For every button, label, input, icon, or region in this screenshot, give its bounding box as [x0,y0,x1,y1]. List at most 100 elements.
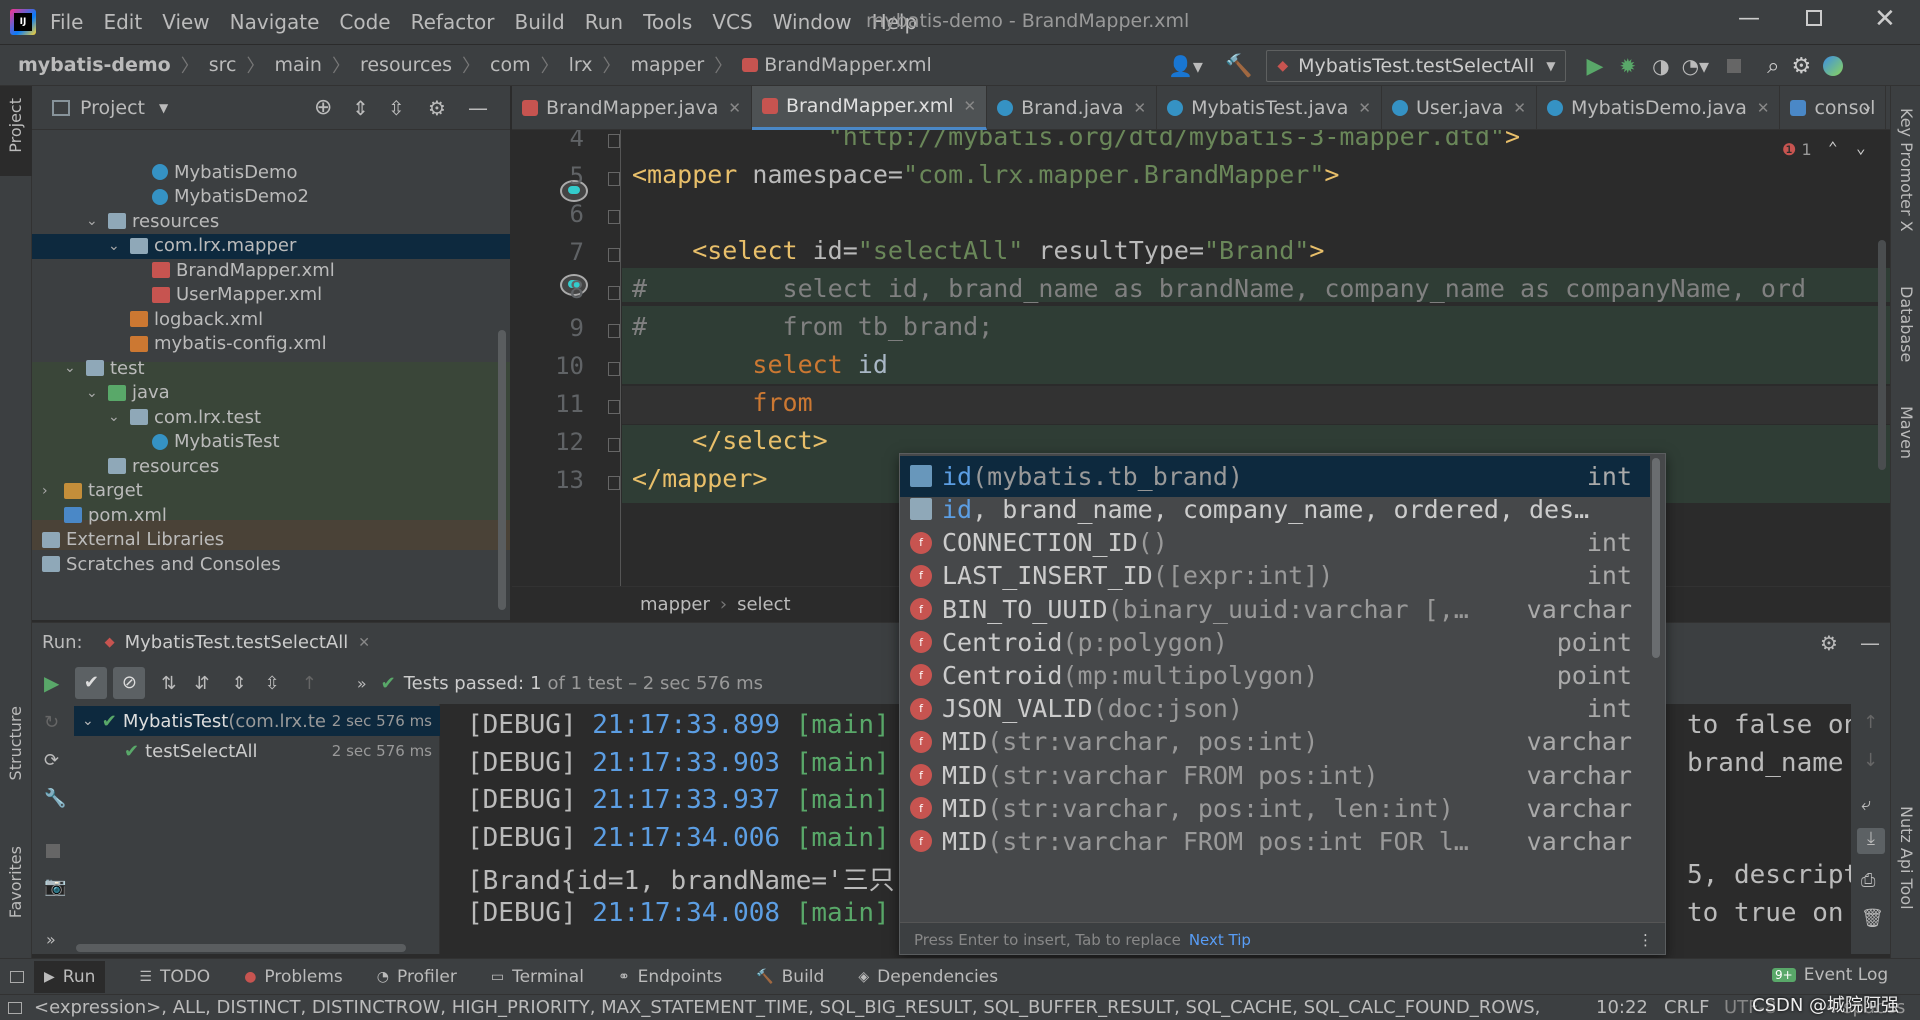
run-config-select[interactable]: ◆ MybatisTest.testSelectAll ▼ [1266,50,1567,82]
crumb-mapper[interactable]: mapper [640,594,710,615]
tree-hscrollbar[interactable] [76,944,406,952]
line-separator[interactable]: CRLF [1664,997,1709,1018]
popup-scrollbar[interactable] [1652,458,1660,658]
settings-gear-icon[interactable]: ⚙ [1791,54,1811,79]
fold-marker[interactable] [608,286,620,300]
test-suite-row[interactable]: ⌄ ✔ MybatisTest (com.lrx.te 2 sec 576 ms [74,706,440,736]
scroll-up-icon[interactable]: ↑ [1863,712,1878,733]
completion-item[interactable]: f MID (str:varchar FROM pos:int FOR l… varc… [900,821,1650,862]
breadcrumb-item[interactable]: main [274,54,321,76]
bottom-tab-problems[interactable]: ● Problems [244,967,343,987]
chevron-down-icon[interactable]: ⌄ [64,360,86,376]
settings-gear-icon[interactable]: ⚙ [428,96,446,120]
tree-item[interactable]: mybatis-config.xml [130,329,327,359]
wrench-icon[interactable]: 🔧 [44,788,66,809]
fold-marker[interactable] [608,438,620,452]
toggle-auto-test-icon[interactable]: ⟳ [44,750,59,771]
sort-alpha-icon[interactable]: ⇅ [161,673,176,694]
caret-position[interactable]: 10:22 [1596,997,1648,1018]
close-icon[interactable]: ✕ [1757,99,1770,117]
next-tip-link[interactable]: Next Tip [1189,931,1251,949]
locate-icon[interactable]: ⊕ [314,95,332,120]
chevron-down-icon[interactable]: ⌄ [82,713,94,729]
fold-marker[interactable] [608,248,620,262]
user-icon[interactable]: 👤▾ [1168,54,1203,78]
chevron-down-icon[interactable]: ⌄ [86,213,108,229]
key-promoter-tool-tab[interactable]: Key Promoter X [1897,108,1916,232]
menu-code[interactable]: Code [339,10,390,34]
error-indicator[interactable]: ❶ 1 [1782,140,1812,159]
run-tab[interactable]: MybatisTest.testSelectAll [125,632,349,653]
editor-tab[interactable]: BrandMapper.java ✕ [512,85,752,130]
panel-toggle-icon[interactable] [10,970,24,983]
bottom-tab-build[interactable]: 🔨 Build [756,967,824,987]
fold-marker[interactable] [608,476,620,490]
menu-navigate[interactable]: Navigate [230,10,320,34]
run-icon[interactable]: ▶ [1586,54,1603,79]
project-view-select[interactable]: Project [80,97,145,119]
show-passed-toggle[interactable]: ✔ [75,667,108,699]
tabs-overflow-icon[interactable]: ⌄ [1860,96,1873,115]
menu-window[interactable]: Window [773,10,852,34]
editor-tab[interactable]: User.java ✕ [1382,85,1537,130]
coverage-icon[interactable]: ◑ [1652,54,1669,78]
next-error-icon[interactable]: ⌄ [1856,138,1866,157]
restore-button[interactable] [1806,10,1822,26]
more-icon[interactable]: » [46,930,56,949]
tree-scrollbar[interactable] [498,330,506,610]
minimize-button[interactable]: — [1738,6,1760,31]
sort-duration-icon[interactable]: ⇵ [194,673,209,694]
bottom-tab-terminal[interactable]: ▭ Terminal [491,967,584,987]
collapse-all-icon[interactable]: ⇳ [388,96,405,120]
close-icon[interactable]: ✕ [964,97,977,115]
menu-file[interactable]: File [50,10,83,34]
test-case-row[interactable]: ✔ testSelectAll 2 sec 576 ms [74,736,440,766]
fold-marker[interactable] [608,400,620,414]
camera-icon[interactable]: 📷 [44,876,66,897]
editor-tab[interactable]: MybatisDemo.java ✕ [1537,85,1781,130]
fold-marker[interactable] [608,134,620,148]
scroll-down-icon[interactable]: ↓ [1863,750,1878,771]
editor-scrollbar[interactable] [1878,240,1886,470]
plugin-icon[interactable] [1823,56,1844,76]
chevron-down-icon[interactable]: ▼ [159,101,168,115]
fold-marker[interactable] [608,210,620,224]
status-panel-icon[interactable] [8,1001,22,1014]
bottom-tab-todo[interactable]: ☰ TODO [139,967,210,987]
expand-all-icon[interactable]: ⇕ [232,673,247,694]
rerun-icon[interactable]: ▶ [44,671,59,695]
stop-icon[interactable] [1727,59,1742,73]
close-window-button[interactable]: ✕ [1874,4,1896,34]
fold-marker[interactable] [608,324,620,338]
rerun-failed-icon[interactable]: ↻ [44,712,59,733]
project-tool-tab[interactable]: Project [6,98,25,153]
menu-build[interactable]: Build [515,10,565,34]
close-icon[interactable]: ✕ [1358,99,1371,117]
debug-icon[interactable]: ✹ [1619,54,1636,78]
close-icon[interactable]: ✕ [358,635,370,651]
nutz-api-tool-tab[interactable]: Nutz Api Tool [1897,806,1916,910]
chevron-right-icon[interactable]: › [32,532,42,548]
close-icon[interactable]: ✕ [728,99,741,117]
build-hammer-icon[interactable]: 🔨 [1225,54,1252,79]
soft-wrap-icon[interactable]: ⤶ [1861,794,1871,815]
maven-tool-tab[interactable]: Maven [1897,406,1916,459]
stop-icon[interactable] [46,844,60,858]
breadcrumb-item[interactable]: com [490,54,531,76]
expand-all-icon[interactable]: ⇕ [352,96,369,120]
hide-panel-icon[interactable]: — [1860,631,1880,655]
fold-marker[interactable] [608,172,620,186]
collapse-all-icon[interactable]: ⇳ [265,673,280,694]
breadcrumb-item[interactable]: BrandMapper.xml [764,54,932,76]
menu-edit[interactable]: Edit [103,10,142,34]
close-icon[interactable]: ✕ [1134,99,1147,117]
chevron-down-icon[interactable]: ⌄ [108,409,130,425]
settings-gear-icon[interactable]: ⚙ [1820,631,1838,655]
editor-tab[interactable]: Brand.java ✕ [987,85,1158,130]
crumb-select[interactable]: select [737,594,790,615]
hide-panel-icon[interactable]: — [468,96,488,120]
favorites-tool-tab[interactable]: Favorites [6,846,25,918]
chevron-right-icon[interactable]: › [32,556,42,572]
prev-failed-icon[interactable]: ↑ [302,673,317,694]
prev-error-icon[interactable]: ⌃ [1828,138,1838,157]
